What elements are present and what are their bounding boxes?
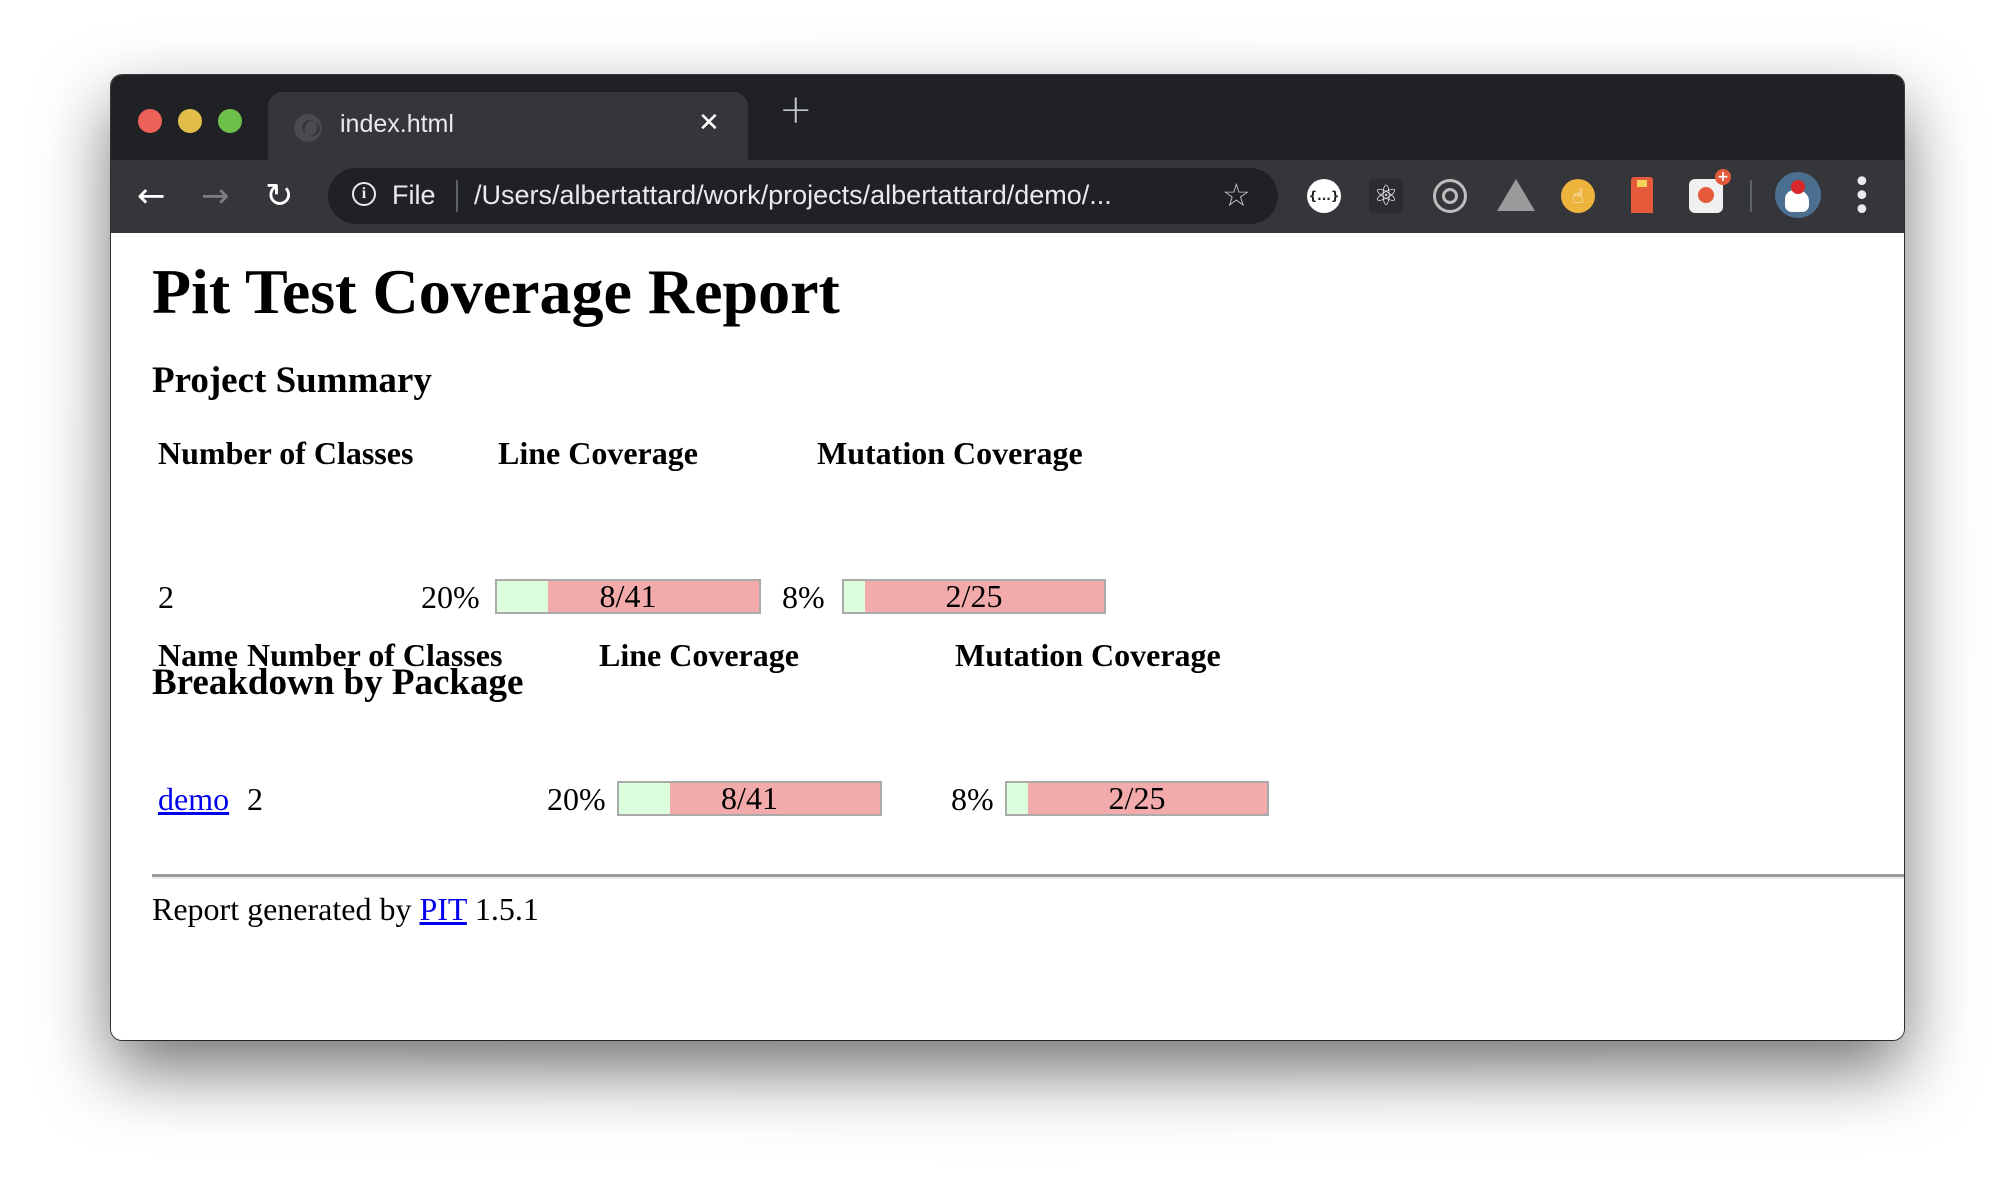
scheme-label: File — [392, 180, 436, 210]
summary-line-coverage-percent: 20% — [421, 579, 480, 615]
header-line-coverage: Line Coverage — [498, 435, 698, 471]
browser-menu-button[interactable]: • • • — [1853, 168, 1871, 226]
row-number-of-classes: 2 — [247, 781, 263, 817]
sitemap-icon[interactable] — [1689, 169, 1731, 213]
page-title: Pit Test Coverage Report — [152, 256, 840, 327]
footer: Report generated by PIT 1.5.1 — [152, 891, 539, 928]
close-window-button[interactable] — [138, 109, 162, 133]
back-button[interactable]: ← — [137, 176, 166, 216]
coverage-fraction: 2/25 — [1108, 780, 1166, 816]
header-mutation-coverage: Mutation Coverage — [817, 435, 1083, 471]
summary-line-coverage-bar: 8/41 — [495, 578, 761, 614]
tab-strip: index.html ✕ + — [111, 75, 1904, 162]
row-mutation-coverage-percent: 8% — [951, 781, 994, 817]
minimize-window-button[interactable] — [178, 109, 202, 133]
toolbar-divider — [1750, 180, 1752, 212]
row-line-coverage-percent: 20% — [547, 781, 606, 817]
coverage-fraction: 2/25 — [945, 578, 1003, 614]
pit-link[interactable]: PIT — [419, 891, 466, 927]
profile-avatar[interactable] — [1775, 172, 1821, 218]
hand-icon[interactable]: ☝ — [1561, 179, 1595, 213]
header-number-of-classes: Number of Classes — [158, 435, 414, 471]
summary-mutation-coverage-percent: 8% — [782, 579, 825, 615]
project-summary-heading: Project Summary — [152, 360, 432, 401]
footer-version: 1.5.1 — [474, 891, 539, 927]
page-content: Pit Test Coverage Report Project Summary… — [111, 233, 1904, 1040]
tab-title: index.html — [340, 110, 454, 138]
browser-toolbar: ← → ↻ i File /Users/albertattard/work/pr… — [111, 160, 1904, 233]
info-icon[interactable]: i — [352, 182, 376, 206]
target-icon[interactable] — [1433, 179, 1467, 213]
bookmark-star-icon[interactable]: ☆ — [1222, 176, 1251, 214]
summary-number-of-classes: 2 — [158, 579, 174, 615]
forward-button[interactable]: → — [201, 176, 230, 216]
address-bar[interactable]: i File /Users/albertattard/work/projects… — [328, 168, 1278, 224]
tab-close-button[interactable]: ✕ — [698, 108, 720, 138]
header-name: Name — [158, 637, 238, 673]
url-text[interactable]: /Users/albertattard/work/projects/albert… — [474, 180, 1112, 211]
globe-icon — [294, 114, 322, 142]
react-devtools-icon[interactable]: ⚛ — [1369, 179, 1403, 213]
lighthouse-icon[interactable] — [1631, 177, 1653, 213]
google-drive-icon[interactable] — [1497, 179, 1535, 211]
package-link-demo[interactable]: demo — [158, 781, 229, 818]
tab-index-html[interactable]: index.html ✕ — [268, 92, 748, 162]
maximize-window-button[interactable] — [218, 109, 242, 133]
row-mutation-coverage-bar: 2/25 — [1005, 780, 1269, 816]
address-divider — [456, 180, 458, 212]
row-line-coverage-bar: 8/41 — [617, 780, 882, 816]
coverage-fraction: 8/41 — [599, 578, 657, 614]
header-mutation-coverage: Mutation Coverage — [955, 637, 1221, 673]
footer-divider — [152, 874, 1904, 879]
header-number-of-classes: Number of Classes — [247, 637, 503, 673]
browser-window: index.html ✕ + ← → ↻ i File /Users/alber… — [111, 75, 1904, 1040]
coverage-fraction: 8/41 — [721, 780, 778, 816]
summary-mutation-coverage-bar: 2/25 — [842, 578, 1106, 614]
new-tab-button[interactable]: + — [779, 87, 813, 133]
reload-button[interactable]: ↻ — [265, 176, 294, 216]
header-line-coverage: Line Coverage — [599, 637, 799, 673]
footer-prefix: Report generated by — [152, 891, 412, 927]
json-formatter-icon[interactable]: {...} — [1307, 179, 1341, 213]
